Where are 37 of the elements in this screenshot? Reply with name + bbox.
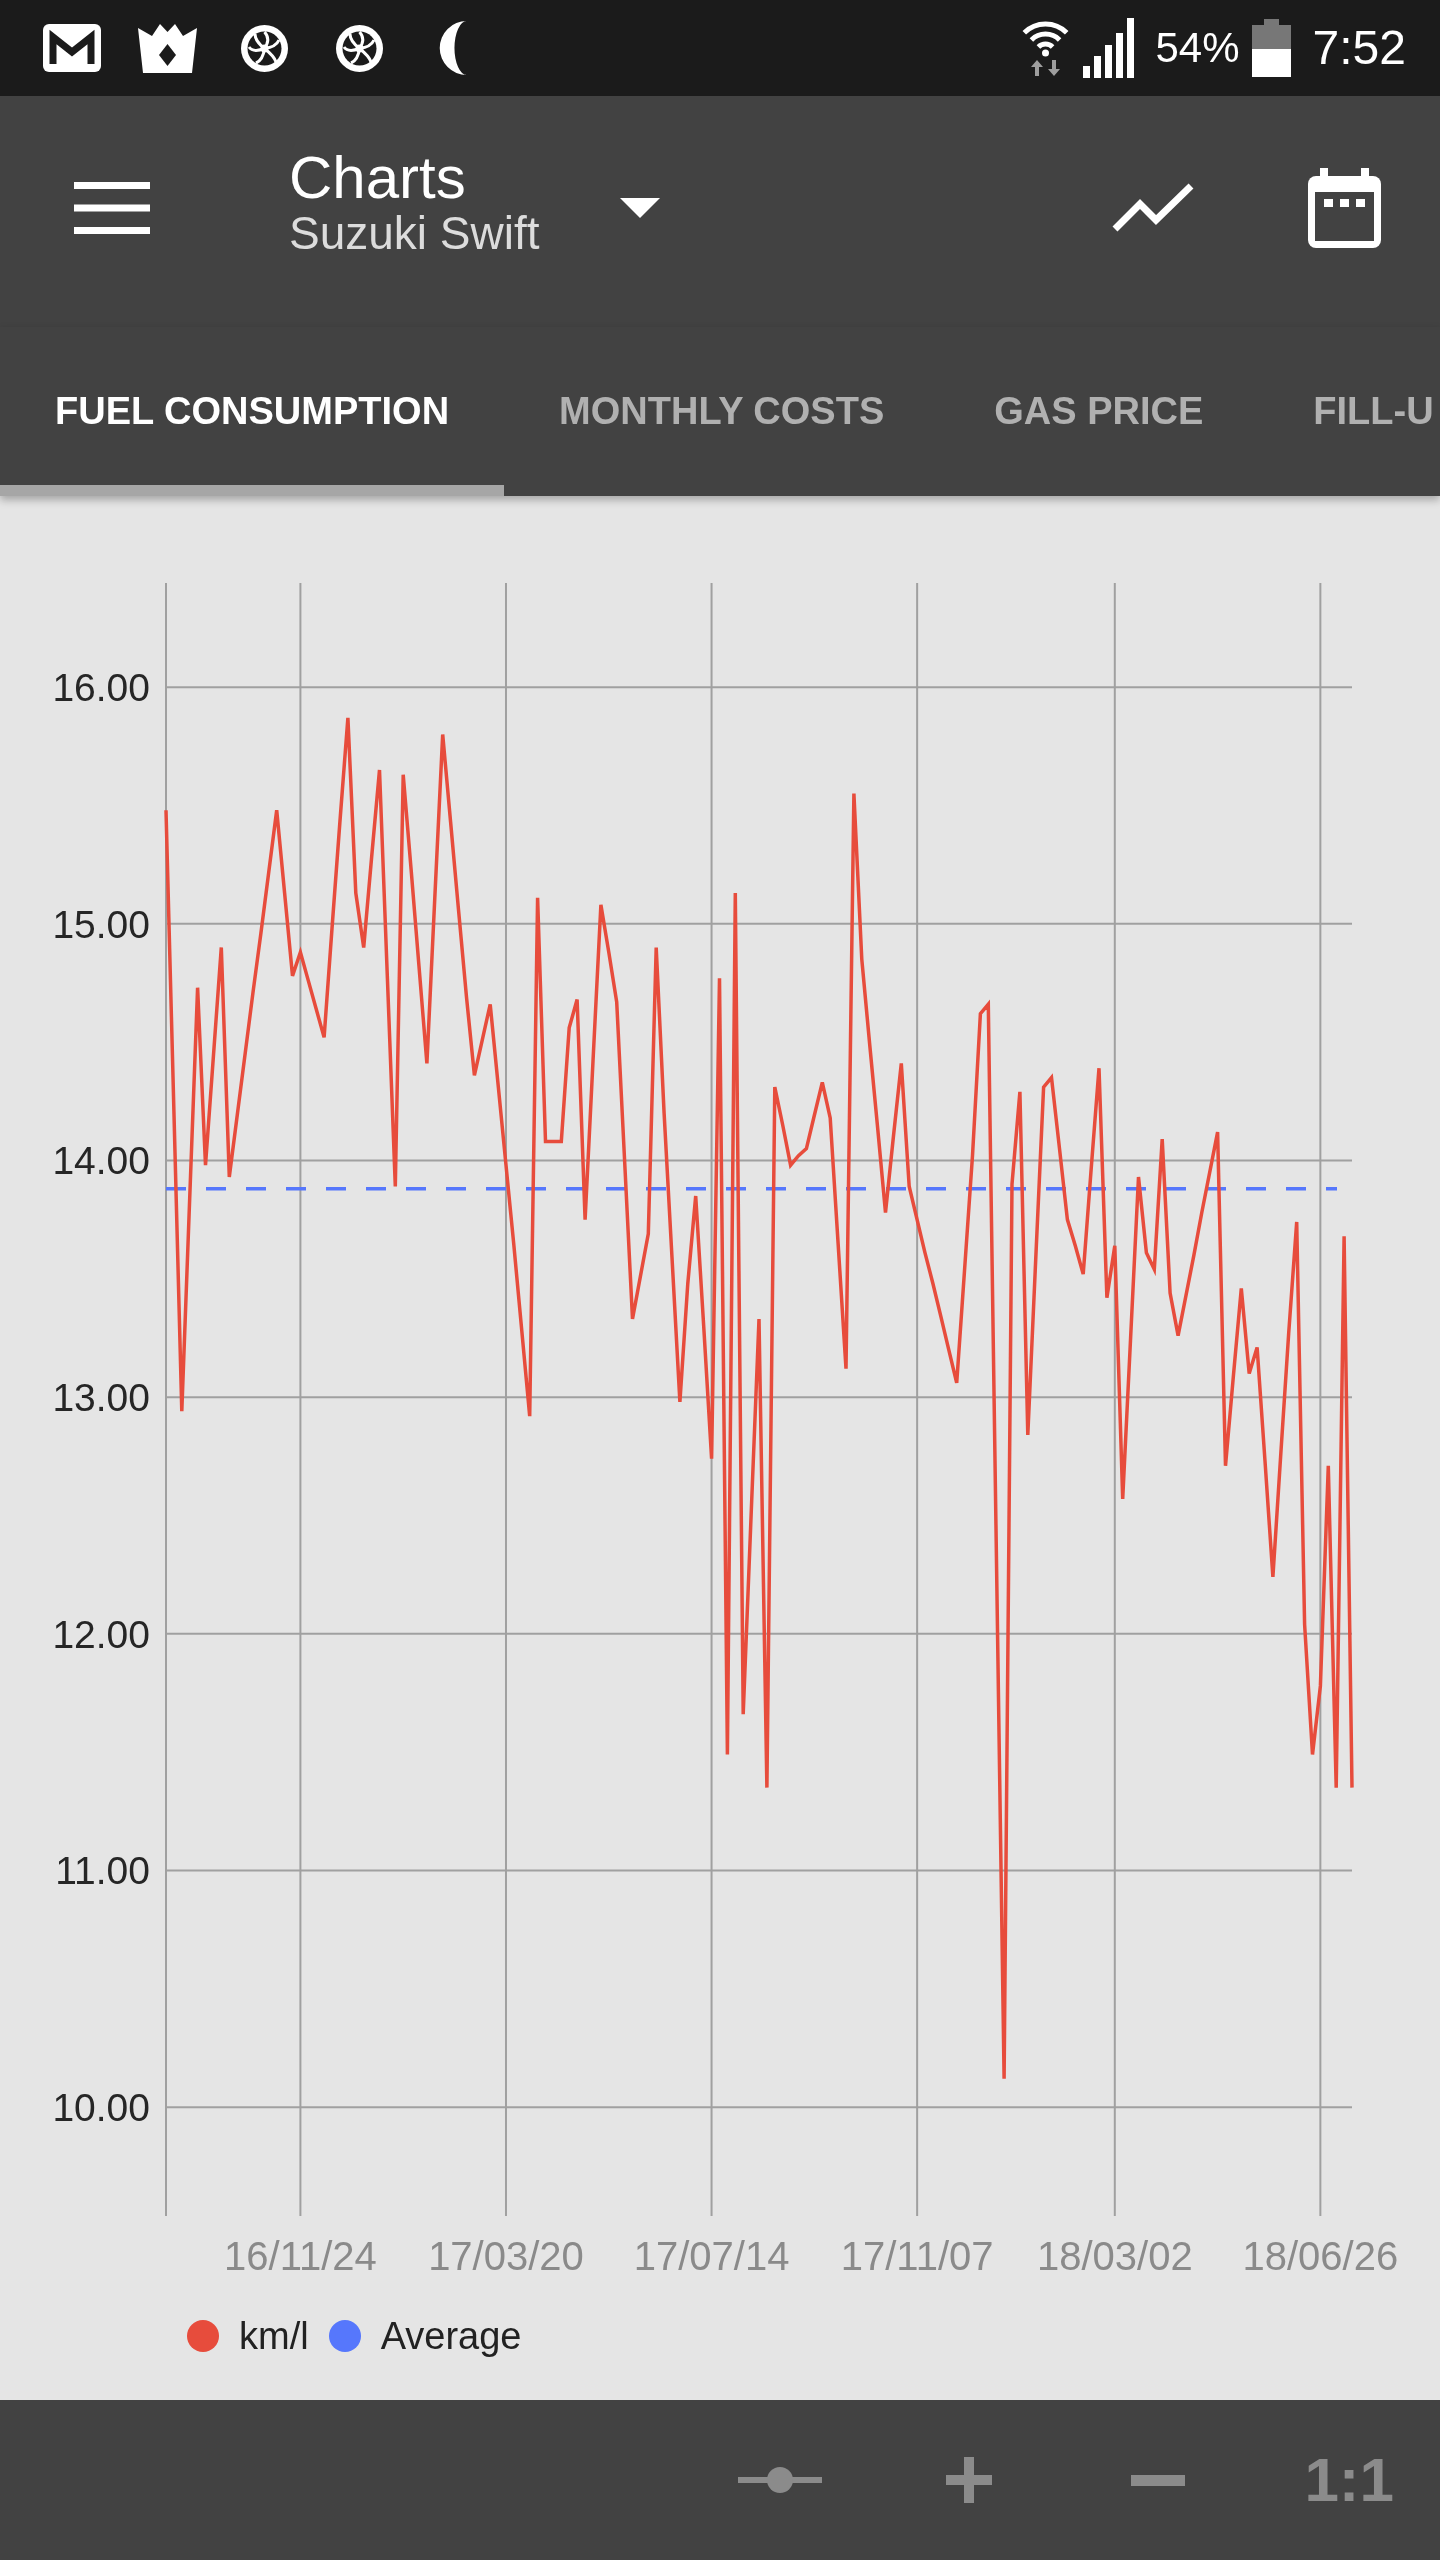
screen-title: Charts (289, 145, 467, 209)
wheel-icon (241, 24, 288, 72)
minus-icon[interactable] (1131, 2474, 1186, 2486)
x-axis-label: 18/03/02 (1036, 2234, 1193, 2278)
clock-time: 7:52 (1312, 24, 1406, 72)
y-axis-label: 15.00 (52, 902, 150, 946)
tab[interactable]: FUEL CONSUMPTION (0, 327, 505, 496)
mail-icon (43, 24, 101, 72)
x-axis-label: 17/11/07 (840, 2234, 994, 2278)
signal-icon (1082, 18, 1136, 78)
line-with-dot-icon[interactable] (738, 2467, 823, 2493)
y-axis-label: 10.00 (52, 2086, 150, 2130)
calendar-icon[interactable] (1308, 167, 1381, 248)
x-axis-label: 17/07/14 (633, 2234, 790, 2278)
vehicle-name[interactable]: Suzuki Swift (289, 208, 540, 258)
y-axis-label: 16.00 (52, 666, 150, 710)
line-chart-icon[interactable] (1112, 182, 1194, 233)
x-axis-label: 16/11/24 (224, 2234, 377, 2278)
x-axis-label: 18/06/26 (1242, 2234, 1399, 2278)
y-axis-label: 14.00 (52, 1139, 150, 1183)
caret-icon[interactable] (619, 197, 660, 218)
battery-percent: 54% (1155, 27, 1240, 69)
tab[interactable]: GAS PRICE (939, 327, 1259, 496)
menu-icon[interactable] (74, 181, 150, 234)
battery-icon (1251, 19, 1291, 77)
tab[interactable]: MONTHLY COSTS (504, 327, 940, 496)
legend-label: km/l (239, 2314, 309, 2358)
plus-icon[interactable] (946, 2457, 993, 2503)
legend-label: Average (380, 2314, 522, 2358)
moon-icon (437, 21, 467, 75)
y-axis-label: 12.00 (52, 1612, 150, 1656)
x-axis-label: 17/03/20 (428, 2234, 584, 2278)
y-axis-label: 11.00 (55, 1849, 150, 1893)
tab[interactable]: FILL-U (1258, 327, 1434, 496)
reset-zoom-button[interactable]: 1:1 (1304, 2449, 1394, 2511)
y-axis-label: 13.00 (52, 1376, 150, 1420)
wheel-icon (336, 24, 383, 72)
